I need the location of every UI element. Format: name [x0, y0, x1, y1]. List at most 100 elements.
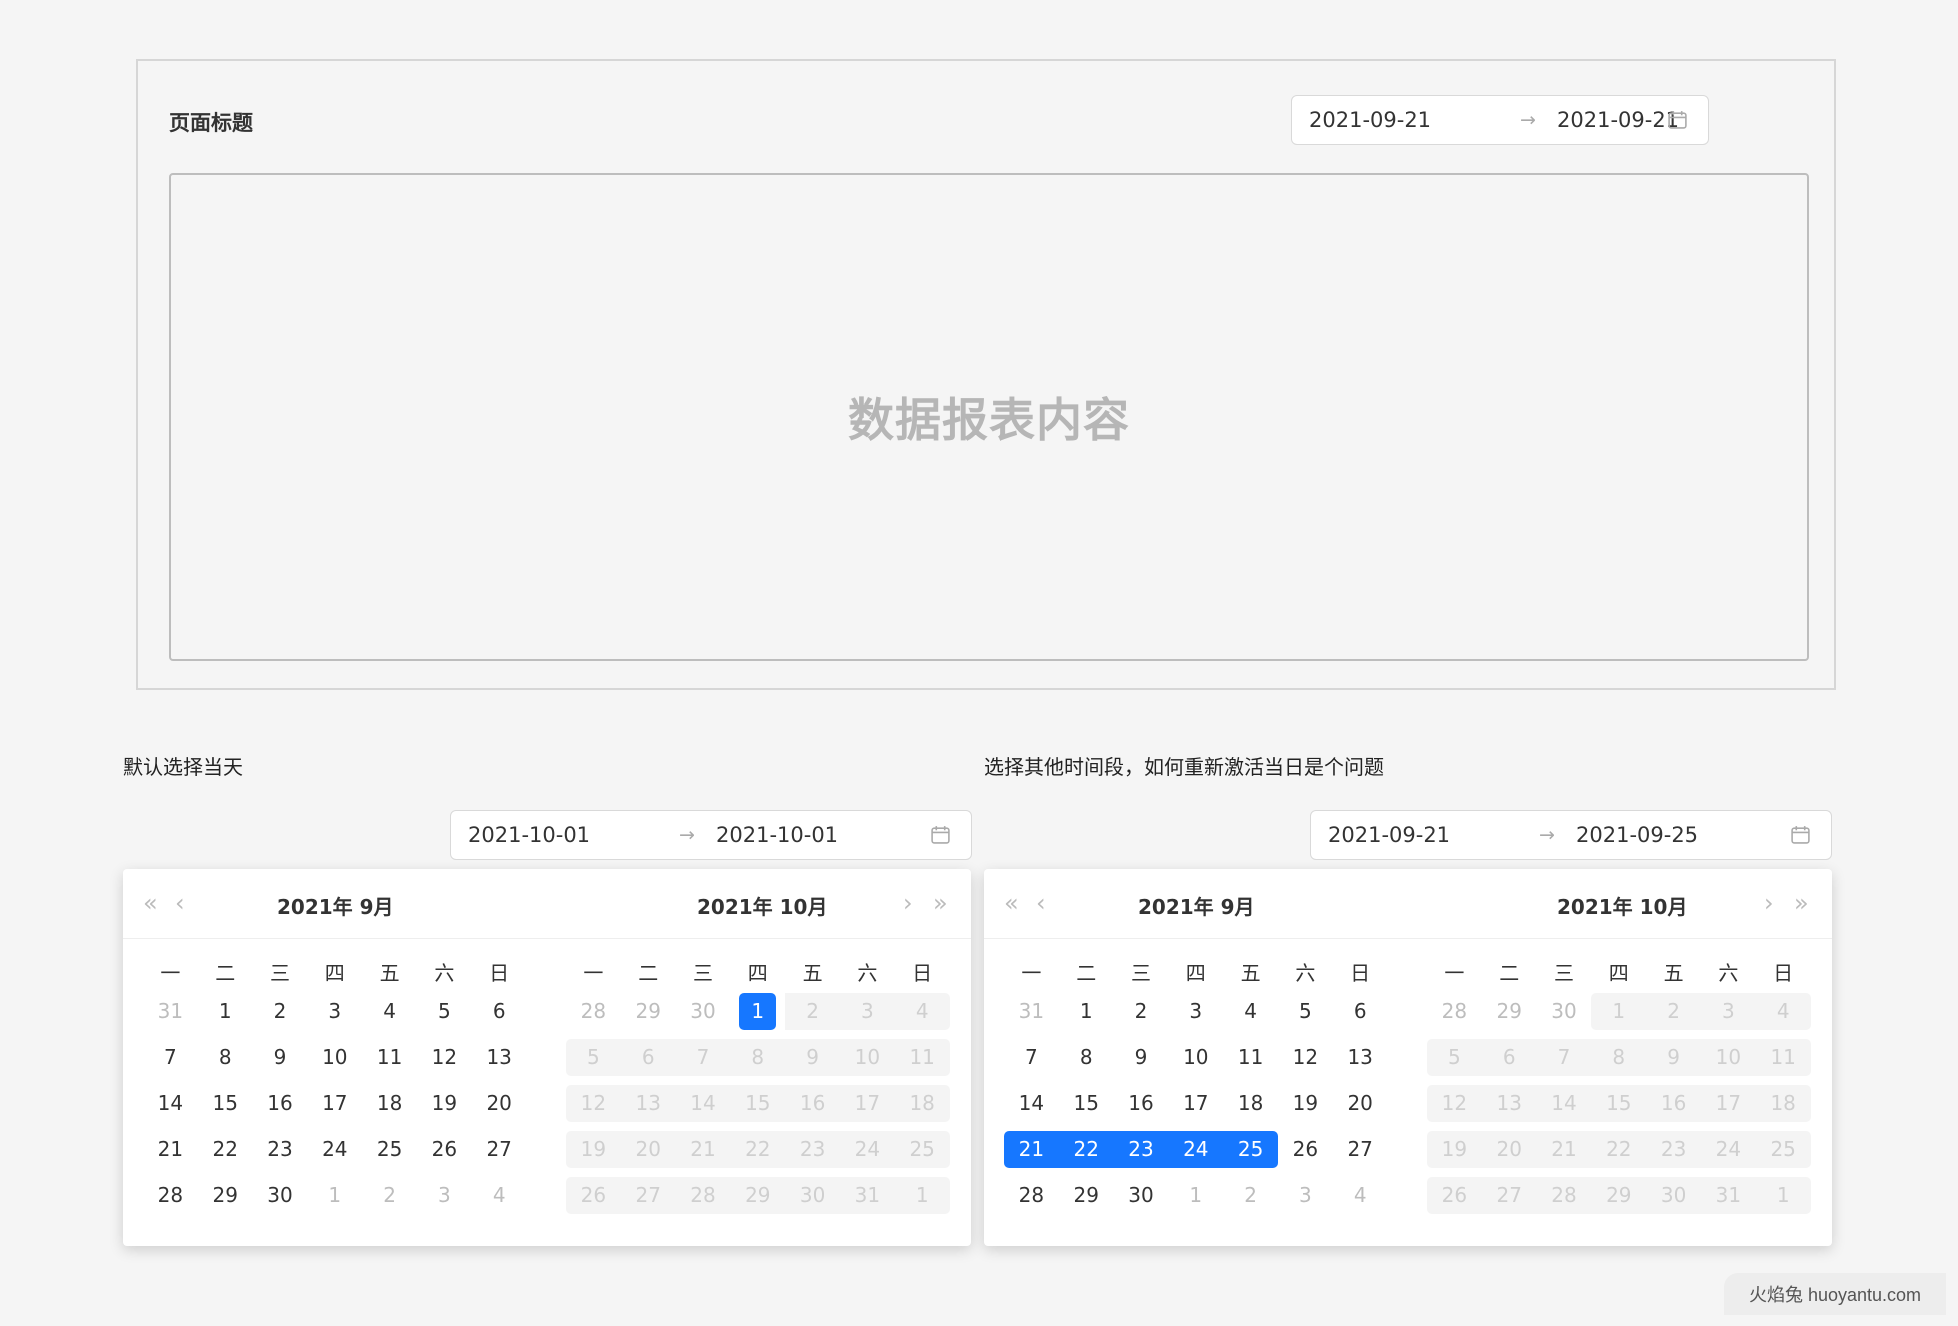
day-cell[interactable]: 28 — [143, 1177, 198, 1214]
day-cell[interactable]: 13 — [1333, 1039, 1388, 1076]
day-cell[interactable]: 26 — [566, 1177, 621, 1214]
next-year-icon[interactable]: » — [933, 891, 948, 915]
day-cell[interactable]: 14 — [1004, 1085, 1059, 1122]
day-cell[interactable]: 16 — [1114, 1085, 1169, 1122]
day-cell[interactable]: 22 — [1058, 1131, 1114, 1168]
next-month-icon[interactable]: › — [903, 891, 913, 915]
calendar-icon[interactable] — [930, 824, 951, 845]
day-cell[interactable]: 10 — [839, 1039, 895, 1076]
day-cell[interactable]: 28 — [1536, 1177, 1592, 1214]
day-cell[interactable]: 27 — [620, 1177, 676, 1214]
day-cell[interactable]: 3 — [1278, 1177, 1333, 1214]
day-cell[interactable]: 21 — [675, 1131, 731, 1168]
start-date[interactable]: 2021-09-21 — [1309, 108, 1431, 132]
day-cell[interactable]: 1 — [1168, 1177, 1223, 1214]
day-cell[interactable]: 30 — [253, 1177, 308, 1214]
day-cell[interactable]: 23 — [1646, 1131, 1701, 1168]
start-date[interactable]: 2021-10-01 — [468, 823, 590, 847]
day-cell[interactable]: 22 — [198, 1131, 253, 1168]
end-date[interactable]: 2021-09-21 — [1557, 108, 1679, 132]
day-cell[interactable]: 18 — [362, 1085, 417, 1122]
day-cell[interactable]: 2 — [253, 993, 308, 1030]
day-cell[interactable]: 9 — [253, 1039, 308, 1076]
day-cell[interactable]: 9 — [785, 1039, 840, 1076]
day-cell[interactable]: 23 — [1113, 1131, 1169, 1168]
day-cell[interactable]: 16 — [1646, 1085, 1701, 1122]
day-cell[interactable]: 1 — [1755, 1177, 1811, 1214]
day-cell[interactable]: 31 — [1700, 1177, 1756, 1214]
day-cell[interactable]: 4 — [472, 1177, 527, 1214]
day-cell[interactable]: 27 — [1481, 1177, 1537, 1214]
day-cell[interactable]: 17 — [839, 1085, 895, 1122]
day-cell[interactable]: 29 — [1059, 1177, 1114, 1214]
day-cell[interactable]: 11 — [362, 1039, 417, 1076]
day-cell[interactable]: 29 — [621, 993, 676, 1030]
day-cell[interactable]: 14 — [1536, 1085, 1592, 1122]
start-date[interactable]: 2021-09-21 — [1328, 823, 1450, 847]
prev-year-icon[interactable]: « — [1004, 891, 1019, 915]
day-cell[interactable]: 17 — [1168, 1085, 1223, 1122]
day-cell[interactable]: 14 — [675, 1085, 731, 1122]
day-cell[interactable]: 31 — [839, 1177, 895, 1214]
day-cell[interactable]: 29 — [198, 1177, 253, 1214]
next-month-icon[interactable]: › — [1764, 891, 1774, 915]
day-cell[interactable]: 22 — [1591, 1131, 1647, 1168]
day-cell[interactable]: 16 — [253, 1085, 308, 1122]
day-cell[interactable]: 28 — [675, 1177, 731, 1214]
day-cell[interactable]: 8 — [1059, 1039, 1114, 1076]
day-cell[interactable]: 15 — [1059, 1085, 1114, 1122]
day-cell[interactable]: 16 — [785, 1085, 840, 1122]
day-cell[interactable]: 30 — [1114, 1177, 1169, 1214]
day-cell[interactable]: 24 — [1700, 1131, 1756, 1168]
day-cell[interactable]: 14 — [143, 1085, 198, 1122]
day-cell[interactable]: 12 — [1278, 1039, 1333, 1076]
prev-month-icon[interactable]: ‹ — [1036, 891, 1046, 915]
day-cell[interactable]: 6 — [620, 1039, 676, 1076]
day-cell[interactable]: 10 — [1700, 1039, 1756, 1076]
day-cell[interactable]: 30 — [1646, 1177, 1701, 1214]
day-cell[interactable]: 25 — [894, 1131, 950, 1168]
day-cell[interactable]: 24 — [307, 1131, 362, 1168]
prev-year-icon[interactable]: « — [143, 891, 158, 915]
day-cell[interactable]: 3 — [417, 1177, 472, 1214]
day-cell[interactable]: 3 — [839, 993, 895, 1030]
day-cell[interactable]: 4 — [362, 993, 417, 1030]
day-cell[interactable]: 12 — [566, 1085, 621, 1122]
day-cell[interactable]: 30 — [785, 1177, 840, 1214]
day-cell[interactable]: 2 — [362, 1177, 417, 1214]
day-cell[interactable]: 29 — [730, 1177, 786, 1214]
day-cell[interactable]: 24 — [839, 1131, 895, 1168]
day-cell[interactable]: 23 — [785, 1131, 840, 1168]
day-cell[interactable]: 1 — [1059, 993, 1114, 1030]
next-year-icon[interactable]: » — [1794, 891, 1809, 915]
calendar-icon[interactable] — [1667, 109, 1688, 130]
day-cell[interactable]: 3 — [1700, 993, 1756, 1030]
day-cell[interactable]: 1 — [1591, 993, 1647, 1030]
day-cell[interactable]: 23 — [253, 1131, 308, 1168]
day-cell[interactable]: 1 — [307, 1177, 362, 1214]
day-cell[interactable]: 8 — [730, 1039, 786, 1076]
day-cell[interactable]: 13 — [1481, 1085, 1537, 1122]
day-cell[interactable]: 28 — [1004, 1177, 1059, 1214]
day-cell[interactable]: 13 — [620, 1085, 676, 1122]
day-cell[interactable]: 18 — [894, 1085, 950, 1122]
day-cell[interactable]: 7 — [1004, 1039, 1059, 1076]
day-cell[interactable]: 15 — [730, 1085, 786, 1122]
left-date-range-picker[interactable]: 2021-10-01 → 2021-10-01 — [450, 810, 972, 860]
day-cell[interactable]: 20 — [472, 1085, 527, 1122]
day-cell[interactable]: 26 — [417, 1131, 472, 1168]
day-cell[interactable]: 17 — [307, 1085, 362, 1122]
day-cell[interactable]: 15 — [198, 1085, 253, 1122]
day-cell[interactable]: 27 — [1333, 1131, 1388, 1168]
day-cell[interactable]: 31 — [1004, 993, 1059, 1030]
day-cell[interactable]: 31 — [143, 993, 198, 1030]
day-cell[interactable]: 26 — [1278, 1131, 1333, 1168]
day-cell[interactable]: 1 — [198, 993, 253, 1030]
day-cell[interactable]: 19 — [1427, 1131, 1482, 1168]
day-cell[interactable]: 4 — [1333, 1177, 1388, 1214]
day-cell[interactable]: 13 — [472, 1039, 527, 1076]
day-cell[interactable]: 1 — [730, 993, 785, 1030]
day-cell[interactable]: 2 — [1114, 993, 1169, 1030]
day-cell[interactable]: 19 — [417, 1085, 472, 1122]
day-cell[interactable]: 2 — [1223, 1177, 1278, 1214]
